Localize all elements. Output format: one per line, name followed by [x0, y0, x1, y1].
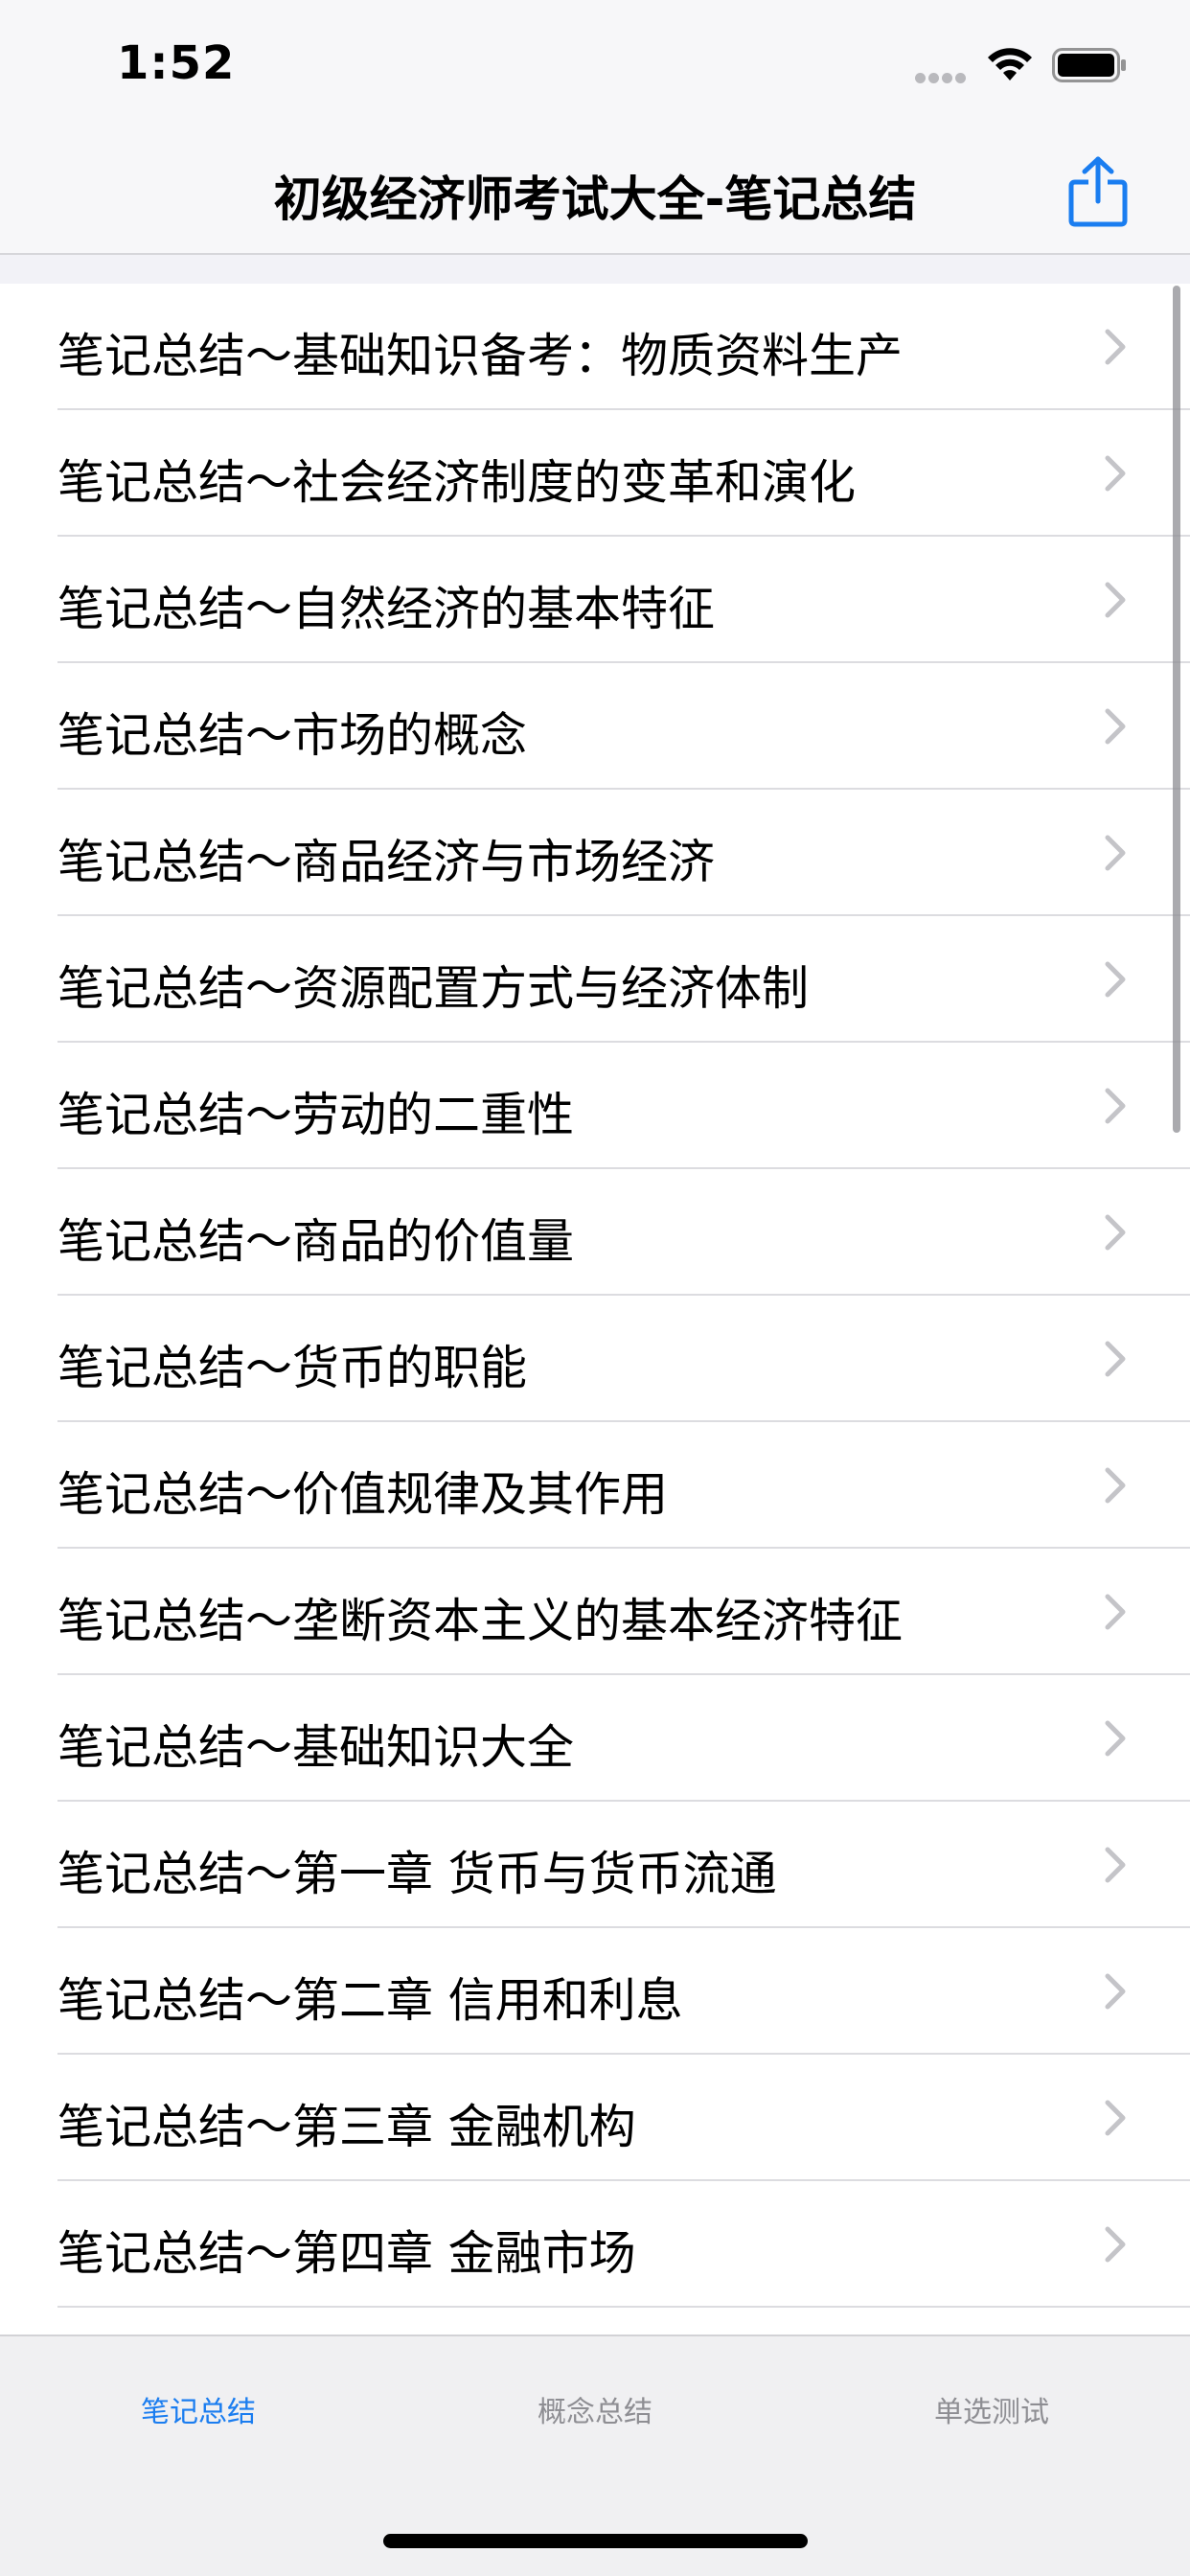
chevron-right-icon [1105, 1847, 1126, 1883]
list-item[interactable]: 笔记总结～第一章 货币与货币流通 [0, 1802, 1190, 1928]
list-item[interactable]: 笔记总结～垄断资本主义的基本经济特征 [0, 1549, 1190, 1675]
wifi-icon [988, 48, 1032, 80]
chevron-right-icon [1105, 1973, 1126, 2010]
battery-icon [1052, 48, 1126, 82]
share-icon [1068, 156, 1128, 227]
page-title: 初级经济师考试大全-笔记总结 [273, 172, 917, 227]
list-item[interactable]: 笔记总结～自然经济的基本特征 [0, 537, 1190, 663]
list-item[interactable]: 笔记总结～市场的概念 [0, 663, 1190, 790]
list-item[interactable]: 笔记总结～价值规律及其作用 [0, 1422, 1190, 1549]
list-item[interactable]: 笔记总结～商品经济与市场经济 [0, 790, 1190, 916]
chevron-right-icon [1105, 2226, 1126, 2263]
list-item-label: 笔记总结～垄断资本主义的基本经济特征 [57, 1594, 904, 1648]
tab-concept-summary[interactable]: 概念总结 [397, 2388, 793, 2430]
list-item-label: 笔记总结～第三章 金融机构 [57, 2100, 636, 2154]
status-time: 1:52 [117, 36, 236, 90]
list-item[interactable]: 笔记总结～基础知识大全 [0, 1675, 1190, 1802]
list-item-label: 笔记总结～社会经济制度的变革和演化 [57, 455, 857, 510]
list-item-label: 笔记总结～第四章 金融市场 [57, 2226, 636, 2281]
list-item[interactable]: 笔记总结～货币的职能 [0, 1296, 1190, 1422]
chevron-right-icon [1105, 1088, 1126, 1124]
status-bar: 1:52 [0, 0, 1190, 134]
app-screen: 1:52 初级经济师考试大全-笔记总结 笔记总结～基础知识备考：物质资料生产 笔… [0, 0, 1190, 2576]
chevron-right-icon [1105, 1594, 1126, 1630]
list-item[interactable]: 笔记总结～社会经济制度的变革和演化 [0, 410, 1190, 537]
chevron-right-icon [1105, 455, 1126, 492]
list-item[interactable]: 笔记总结～劳动的二重性 [0, 1043, 1190, 1169]
vertical-scrollbar[interactable] [1173, 286, 1180, 1133]
list-item-label: 笔记总结～自然经济的基本特征 [57, 582, 716, 636]
chevron-right-icon [1105, 582, 1126, 618]
list-item[interactable] [0, 2308, 1190, 2334]
list-item-label: 笔记总结～第一章 货币与货币流通 [57, 1847, 777, 1901]
list-item[interactable]: 笔记总结～第三章 金融机构 [0, 2055, 1190, 2181]
chevron-right-icon [1105, 1341, 1126, 1377]
list-item-label: 笔记总结～市场的概念 [57, 708, 528, 763]
list-item-label: 笔记总结～价值规律及其作用 [57, 1467, 669, 1522]
tab-single-choice-test[interactable]: 单选测试 [793, 2388, 1190, 2430]
list-top-spacer [0, 255, 1190, 284]
chevron-right-icon [1105, 329, 1126, 365]
list-item[interactable]: 笔记总结～第四章 金融市场 [0, 2181, 1190, 2308]
list-item[interactable]: 笔记总结～基础知识备考：物质资料生产 [0, 284, 1190, 410]
notes-list[interactable]: 笔记总结～基础知识备考：物质资料生产 笔记总结～社会经济制度的变革和演化 笔记总… [0, 284, 1190, 2334]
list-item[interactable]: 笔记总结～第二章 信用和利息 [0, 1928, 1190, 2055]
list-item-label: 笔记总结～劳动的二重性 [57, 1088, 575, 1142]
cellular-signal-icon [915, 69, 973, 83]
list-item-label: 笔记总结～商品经济与市场经济 [57, 835, 716, 889]
list-item-label: 笔记总结～商品的价值量 [57, 1214, 575, 1269]
chevron-right-icon [1105, 835, 1126, 871]
chevron-right-icon [1105, 1720, 1126, 1757]
chevron-right-icon [1105, 1467, 1126, 1504]
navigation-bar: 初级经济师考试大全-笔记总结 [0, 134, 1190, 255]
chevron-right-icon [1105, 2100, 1126, 2136]
chevron-right-icon [1105, 961, 1126, 998]
list-item[interactable]: 笔记总结～资源配置方式与经济体制 [0, 916, 1190, 1043]
tab-notes-summary[interactable]: 笔记总结 [0, 2388, 397, 2430]
home-indicator[interactable] [383, 2534, 808, 2548]
list-item-label: 笔记总结～基础知识备考：物质资料生产 [57, 329, 904, 383]
chevron-right-icon [1105, 1214, 1126, 1251]
chevron-right-icon [1105, 708, 1126, 745]
list-item-label: 笔记总结～第二章 信用和利息 [57, 1973, 683, 2028]
list-item-label: 笔记总结～货币的职能 [57, 1341, 528, 1395]
share-button[interactable] [1064, 150, 1133, 234]
list-item-label: 笔记总结～资源配置方式与经济体制 [57, 961, 810, 1016]
list-item[interactable]: 笔记总结～商品的价值量 [0, 1169, 1190, 1296]
list-item-label: 笔记总结～基础知识大全 [57, 1720, 575, 1775]
